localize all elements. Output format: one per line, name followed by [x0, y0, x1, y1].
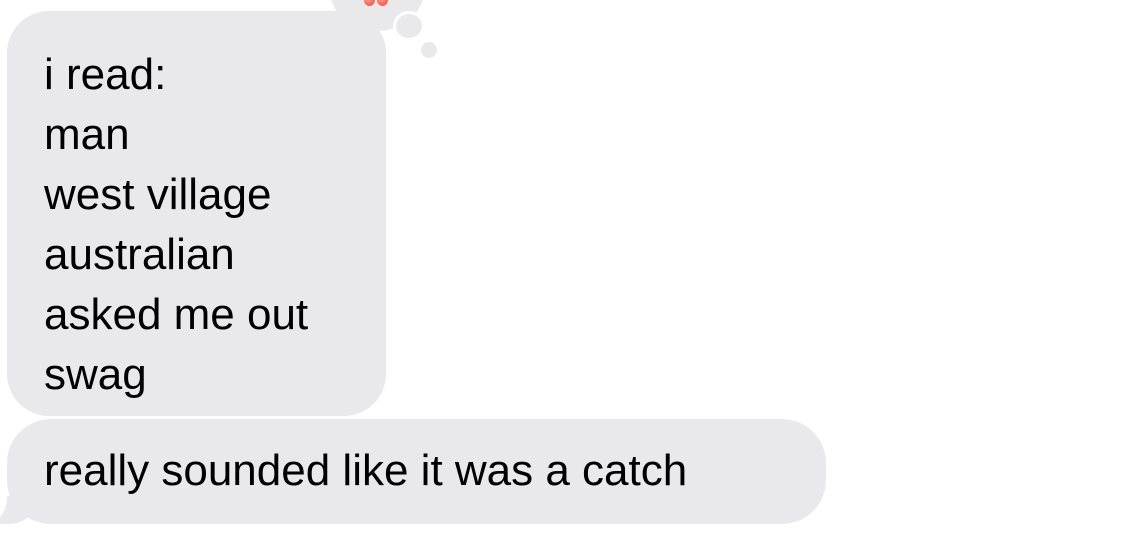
bubble-tail — [0, 496, 29, 524]
message-bubble-incoming[interactable]: really sounded like it was a catch — [0, 419, 826, 524]
message-line: australian — [44, 230, 235, 279]
message-line: man — [44, 110, 130, 159]
message-line: swag — [44, 350, 147, 399]
message-text: really sounded like it was a catch — [44, 446, 688, 495]
message-line: asked me out — [44, 290, 309, 339]
message-line: west village — [44, 170, 272, 219]
laughing-emoji-icon — [359, 0, 393, 10]
tapback-bubble-dot-small — [421, 42, 437, 58]
message-line: i read: — [44, 50, 167, 99]
tapback-bubble-dot — [393, 11, 425, 41]
message-bubble-incoming[interactable]: i read: man west village australian aske… — [7, 11, 386, 416]
tear-drop — [377, 0, 388, 6]
tear-drop — [364, 0, 375, 6]
